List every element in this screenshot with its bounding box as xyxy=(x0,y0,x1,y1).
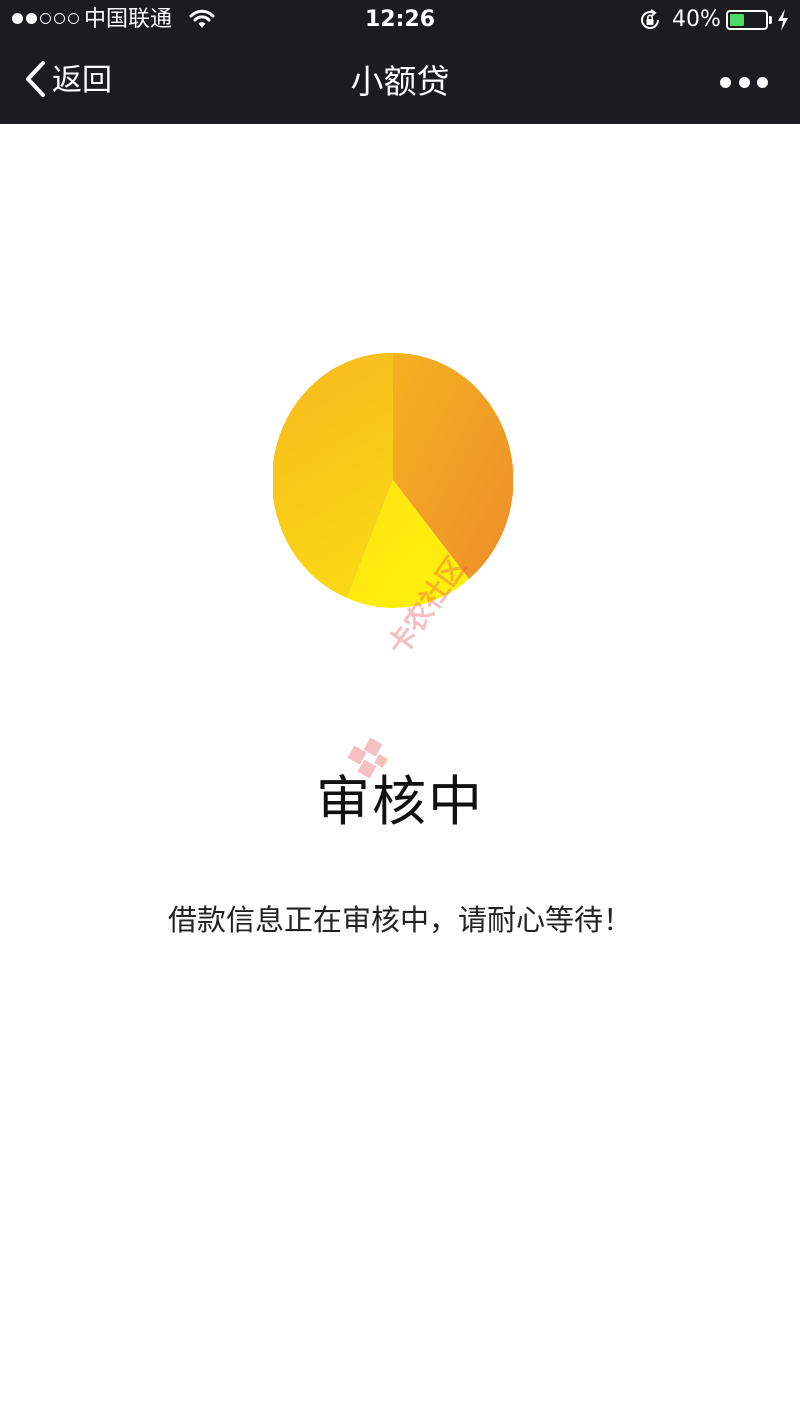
review-status-message: 借款信息正在审核中，请耐心等待！ xyxy=(167,903,632,937)
review-status-title: 审核中 xyxy=(316,770,484,833)
battery-percent: 40% xyxy=(672,7,721,32)
battery-level-fill xyxy=(730,14,744,26)
rotation-lock-icon xyxy=(638,8,662,36)
navigation-bar: 返回 小额贷 xyxy=(0,40,800,124)
more-dots-icon xyxy=(720,76,731,88)
charging-bolt-icon xyxy=(777,9,789,35)
pie-progress-icon xyxy=(271,352,514,609)
status-bar: 中国联通 12:26 40% xyxy=(0,0,800,40)
battery-icon xyxy=(726,10,768,30)
more-options-button[interactable] xyxy=(720,70,768,94)
battery-tip xyxy=(769,16,772,24)
page-title: 小额贷 xyxy=(350,62,450,101)
